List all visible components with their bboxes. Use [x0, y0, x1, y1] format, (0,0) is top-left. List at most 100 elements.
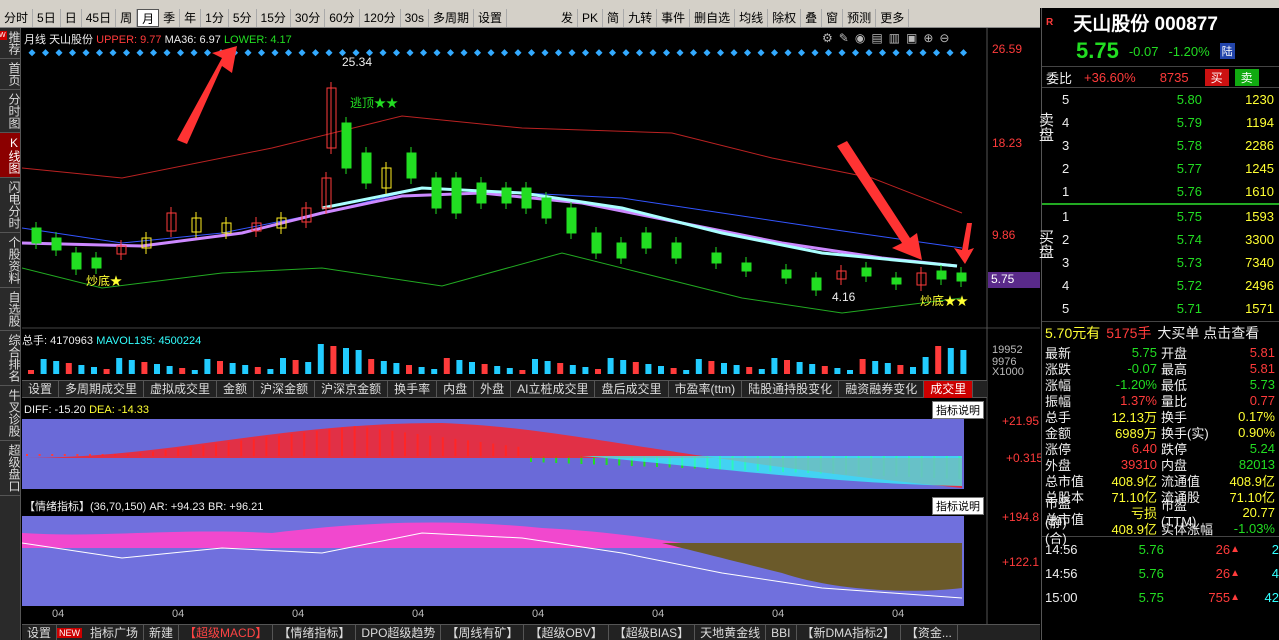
bottom-tab[interactable]: 设置 — [22, 624, 58, 640]
bottom-tab[interactable]: 新建 — [144, 624, 180, 640]
signal-diamond — [68, 49, 77, 57]
sidebar-item[interactable]: 综合排名 — [0, 331, 21, 386]
macd-explain-button[interactable]: 指标说明 — [932, 401, 984, 419]
sell-button[interactable]: 卖 — [1234, 68, 1259, 86]
tick-count: 42 — [1264, 589, 1279, 605]
toolbar-right-button[interactable]: 事件 — [657, 8, 691, 27]
volume-bar — [380, 361, 387, 374]
sidebar-item-label: 个股资料 — [7, 236, 21, 284]
period-button[interactable]: 15分 — [257, 8, 291, 27]
bottom-tab[interactable]: BBI — [766, 624, 797, 640]
zoom-in-icon[interactable]: ⊕ — [923, 31, 933, 45]
toolbar-right-button[interactable]: 均线 — [735, 8, 769, 27]
indicator-tab[interactable]: AI立桩成交里 — [511, 380, 596, 398]
bottom-tab[interactable]: 天地黄金线 — [695, 624, 767, 640]
sidebar-item[interactable]: K线图 — [0, 133, 21, 178]
volume-bar — [872, 361, 879, 374]
bottom-tab[interactable]: 【资金... — [901, 624, 958, 640]
indicator-tab[interactable]: 外盘 — [474, 380, 512, 398]
toolbar-right-button[interactable]: 叠 — [801, 8, 823, 27]
period-button[interactable]: 季 — [159, 8, 181, 27]
indicator-tab[interactable]: 沪深金额 — [254, 380, 316, 398]
indicator-tab[interactable]: 陆股通持股变化 — [742, 380, 840, 398]
volume-bar — [355, 350, 362, 374]
pen-icon[interactable]: ✎ — [839, 31, 849, 45]
sidebar-item[interactable]: 自选股 — [0, 288, 21, 331]
period-button[interactable]: 60分 — [325, 8, 360, 27]
period-button[interactable]: 30s — [401, 8, 429, 27]
volume-bar — [922, 357, 929, 374]
period-toolbar: 分时 5日日 45日周月季年 1分 5分 15分 30分 60分 120分 30s 多周期 设置 … — [0, 8, 1040, 28]
chart-area[interactable]: 月线 天山股份 UPPER: 9.77 MA36: 6.97 LOWER: 4.… — [21, 28, 1043, 628]
indicator-tab[interactable]: 成交里 — [924, 380, 974, 398]
period-button[interactable]: 月 — [137, 8, 160, 27]
period-button[interactable]: 1分 — [201, 8, 229, 27]
buy-button[interactable]: 买 — [1204, 68, 1229, 86]
total-volume-label: 总手: 4170963 — [22, 335, 93, 347]
r-badge-icon: R — [1046, 16, 1054, 28]
period-button[interactable]: 30分 — [291, 8, 326, 27]
period-button[interactable]: 45日 — [82, 8, 117, 27]
candle-body — [711, 252, 722, 264]
toolbar-right-button[interactable]: 窗 — [822, 8, 844, 27]
signal-diamond — [28, 49, 36, 57]
volume-axis-unit: X1000 — [992, 366, 1024, 378]
toolbar-right-button[interactable]: 发 — [557, 8, 579, 27]
period-button[interactable]: 分时 — [0, 8, 34, 27]
indicator-tab[interactable]: 多周期成交里 — [59, 380, 145, 398]
up-arrow-icon: ▲ — [1230, 591, 1241, 603]
indicator-tab[interactable]: 设置 — [22, 380, 60, 398]
period-button[interactable]: 年 — [180, 8, 202, 27]
toolbar-right-button[interactable]: 九转 — [624, 8, 658, 27]
indicator-tab[interactable]: 沪深京金额 — [315, 380, 389, 398]
multi-period-button[interactable]: 多周期 — [429, 8, 474, 27]
toolbar-right-button[interactable]: 除权 — [768, 8, 802, 27]
sidebar-item[interactable]: 牛叉诊股 — [0, 386, 21, 441]
arbr-explain-button[interactable]: 指标说明 — [932, 497, 984, 515]
big-order-vol: 5175手 — [1106, 325, 1152, 341]
signal-diamond — [419, 49, 428, 57]
eye-icon[interactable]: ◉ — [855, 31, 865, 45]
toolbar-settings-button[interactable]: 设置 — [474, 8, 508, 27]
period-button[interactable]: 120分 — [360, 8, 401, 27]
period-button[interactable]: 5分 — [229, 8, 257, 27]
bottom-tab[interactable]: 【新DMA指标2】 — [797, 624, 901, 640]
indicator-tab[interactable]: 金额 — [217, 380, 255, 398]
indicator-tab[interactable]: 市盈率(ttm) — [669, 380, 743, 398]
toolbar-right-button[interactable]: 简 — [603, 8, 625, 27]
indicator-tab[interactable]: 盘后成交里 — [595, 380, 669, 398]
bottom-tab[interactable]: 【情绪指标】 — [273, 624, 357, 640]
toolbar-right-button[interactable]: 预测 — [843, 8, 877, 27]
period-button[interactable]: 日 — [61, 8, 82, 27]
sidebar-item-label: 综合排名 — [7, 334, 21, 382]
bottom-tab[interactable]: 【超级MACD】 — [179, 624, 274, 640]
period-button[interactable]: 5日 — [33, 8, 61, 27]
bottom-tab[interactable]: 【周线有矿】 — [441, 624, 525, 640]
trash-icon[interactable]: ▥ — [889, 31, 900, 45]
settings-icon[interactable]: ⚙ — [822, 31, 833, 45]
lock-icon[interactable]: ▣ — [906, 31, 917, 45]
indicator-tab[interactable]: 内盘 — [437, 380, 475, 398]
indicator-tab[interactable]: 融资融券变化 — [839, 380, 925, 398]
indicator-tab[interactable]: 换手率 — [388, 380, 438, 398]
zoom-out-icon[interactable]: ⊖ — [939, 31, 949, 45]
low-price-label: 4.16 — [832, 290, 856, 304]
bottom-tab[interactable]: 指标广场 — [85, 624, 145, 640]
kline-chart-svg[interactable] — [21, 28, 1040, 628]
sidebar-item[interactable]: 闪电分时 — [0, 178, 21, 233]
sidebar-item[interactable]: 超级盘口 — [0, 441, 21, 496]
print-icon[interactable]: ▤ — [871, 31, 882, 45]
sidebar-item[interactable]: 个股资料 — [0, 233, 21, 288]
sidebar-item[interactable]: 首页 — [0, 59, 21, 90]
indicator-tab[interactable]: 虚拟成交里 — [144, 380, 218, 398]
period-button[interactable]: 周 — [116, 8, 138, 27]
sidebar-item[interactable]: 推荐NEW — [0, 28, 21, 59]
toolbar-right-button[interactable]: 更多 — [876, 8, 910, 27]
bottom-tab[interactable]: 【超级OBV】 — [524, 624, 609, 640]
bottom-tab[interactable]: 【超级BIAS】 — [609, 624, 696, 640]
toolbar-right-button[interactable]: PK — [578, 8, 604, 27]
big-order-row[interactable]: 5.70元有 5175手 大买单 点击查看 — [1042, 322, 1279, 344]
bottom-tab[interactable]: DPO超级趋势 — [356, 624, 442, 640]
toolbar-right-button[interactable]: 删自选 — [690, 8, 736, 27]
sidebar-item[interactable]: 分时图 — [0, 90, 21, 133]
